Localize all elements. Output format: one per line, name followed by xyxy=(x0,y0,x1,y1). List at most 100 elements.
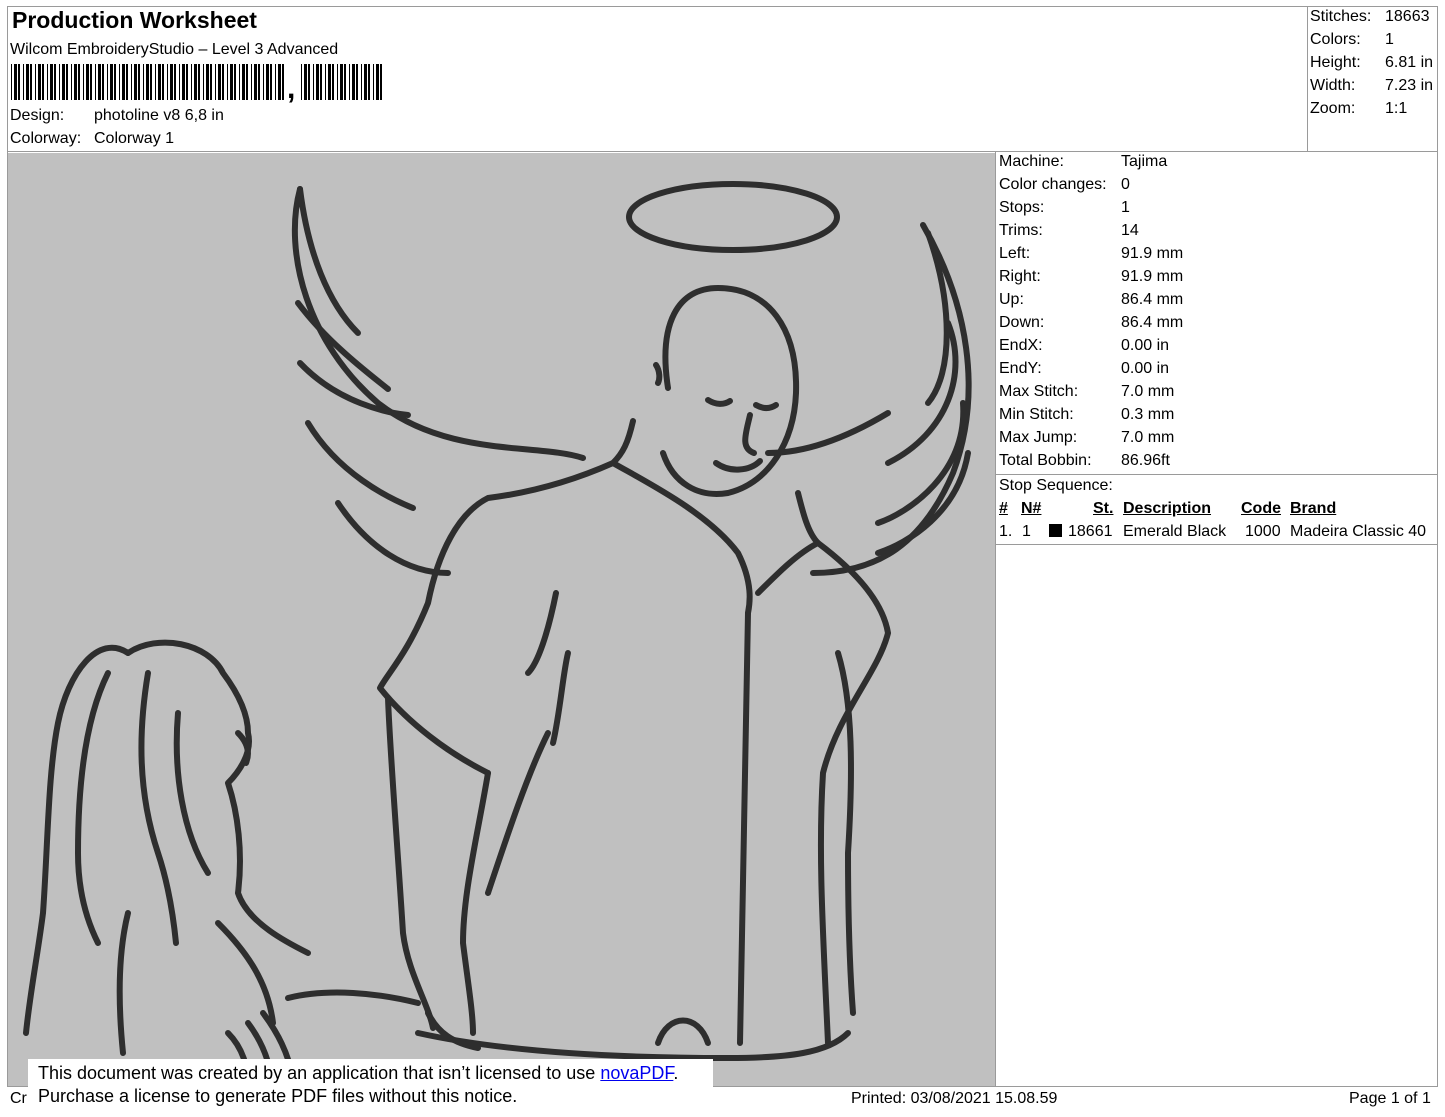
girl-head-outline xyxy=(125,639,311,956)
barcode-bar xyxy=(131,64,132,100)
down-value: 86.4 mm xyxy=(1121,314,1184,331)
row-brand: Madeira Classic 40 xyxy=(1290,523,1427,540)
shirt-collar-left xyxy=(610,418,753,616)
barcode-bar xyxy=(110,64,113,100)
design-label: Design: xyxy=(10,107,65,124)
man-left-arm xyxy=(385,695,436,1031)
barcode-bar xyxy=(122,64,125,100)
barcode-bar xyxy=(332,64,334,100)
barcode-bar xyxy=(380,64,382,100)
barcode-bar xyxy=(275,64,276,100)
barcode-bar xyxy=(179,64,180,100)
barcode-bar xyxy=(50,64,53,100)
color-changes-value: 0 xyxy=(1121,176,1130,193)
barcode-bar xyxy=(182,64,185,100)
shirt-fold-1 xyxy=(525,590,559,676)
barcode-bar xyxy=(376,64,379,100)
total-bobbin-label: Total Bobbin: xyxy=(999,452,1092,469)
man-left-sleeve xyxy=(460,770,491,1036)
col-header-code: Code xyxy=(1241,500,1281,517)
barcode-bar xyxy=(98,64,101,100)
machine-value: Tajima xyxy=(1121,153,1168,170)
barcode-bar xyxy=(134,64,137,100)
stat-value: 6.81 in xyxy=(1385,54,1434,71)
up-label: Up: xyxy=(999,291,1024,308)
barcode-bar xyxy=(126,64,128,100)
stat-label: Colors: xyxy=(1310,31,1361,48)
barcode-bar xyxy=(304,64,307,100)
stat-value: 1 xyxy=(1385,31,1394,48)
barcode-bar xyxy=(218,64,221,100)
man-right-eye xyxy=(753,402,779,411)
endy-label: EndY: xyxy=(999,360,1042,377)
barcode-bar xyxy=(368,64,370,100)
barcode-bar xyxy=(35,64,36,100)
stat-label: Zoom: xyxy=(1310,100,1356,117)
page-title: Production Worksheet xyxy=(12,7,257,33)
min-stitch-value: 0.3 mm xyxy=(1121,406,1175,423)
man-ear xyxy=(653,362,663,386)
stat-label: Height: xyxy=(1310,54,1361,71)
trims-label: Trims: xyxy=(999,222,1043,239)
man-hem xyxy=(415,1030,851,1061)
man-right-arm xyxy=(835,650,856,1016)
stops-value: 1 xyxy=(1121,199,1130,216)
up-value: 86.4 mm xyxy=(1121,291,1184,308)
barcode-bar xyxy=(78,64,80,100)
barcode-bar xyxy=(266,64,269,100)
barcode-bar xyxy=(254,64,257,100)
frame-header-bottom xyxy=(7,151,1438,152)
barcode-bar xyxy=(234,64,236,100)
barcode-bar xyxy=(143,64,144,100)
barcode-bar xyxy=(62,64,65,100)
barcode-bar xyxy=(95,64,96,100)
max-jump-label: Max Jump: xyxy=(999,429,1078,446)
barcode-bar xyxy=(14,64,17,100)
barcode-bar xyxy=(328,64,331,100)
girl-arm xyxy=(285,989,421,1006)
barcode-bar xyxy=(308,64,310,100)
stops-label: Stops: xyxy=(999,199,1045,216)
left-value: 91.9 mm xyxy=(1121,245,1184,262)
barcode-bar xyxy=(316,64,319,100)
barcode-bar xyxy=(146,64,149,100)
barcode-bar xyxy=(364,64,367,100)
novapdf-link[interactable]: novaPDF xyxy=(600,1063,673,1083)
barcode-bar xyxy=(114,64,116,100)
barcode-bar xyxy=(313,64,314,100)
machine-label: Machine: xyxy=(999,153,1064,170)
footer-left-text: Cr xyxy=(10,1090,27,1107)
barcode-bar xyxy=(230,64,233,100)
barcode-bar xyxy=(18,64,20,100)
shirt-fold-4 xyxy=(655,1017,711,1046)
notice-line-1: This document was created by an applicat… xyxy=(38,1062,703,1085)
barcode-bar xyxy=(239,64,240,100)
barcode-bar xyxy=(42,64,44,100)
barcode-bar xyxy=(150,64,152,100)
right-value: 91.9 mm xyxy=(1121,268,1184,285)
left-wing-feather-4 xyxy=(305,420,416,511)
barcode: , xyxy=(11,64,387,105)
barcode-bar xyxy=(340,64,343,100)
girl-body-left xyxy=(116,910,131,1056)
shirt-collar-right xyxy=(755,490,821,596)
barcode-bar xyxy=(361,64,362,100)
barcode-bar xyxy=(251,64,252,100)
barcode-bar xyxy=(30,64,32,100)
barcode-bar xyxy=(352,64,355,100)
barcode-bar xyxy=(102,64,104,100)
barcode-bar xyxy=(356,64,358,100)
barcode-bar xyxy=(66,64,68,100)
barcode-bar xyxy=(170,64,173,100)
barcode-bar xyxy=(162,64,164,100)
row-num: 1. xyxy=(999,523,1013,540)
max-stitch-value: 7.0 mm xyxy=(1121,383,1175,400)
halo xyxy=(626,181,840,253)
endx-label: EndX: xyxy=(999,337,1043,354)
barcode-bar xyxy=(222,64,224,100)
left-wing-feather-3 xyxy=(297,360,411,418)
stop-sequence-title: Stop Sequence: xyxy=(999,477,1113,494)
barcode-bar xyxy=(71,64,72,100)
barcode-bar xyxy=(194,64,197,100)
barcode-bar xyxy=(210,64,212,100)
